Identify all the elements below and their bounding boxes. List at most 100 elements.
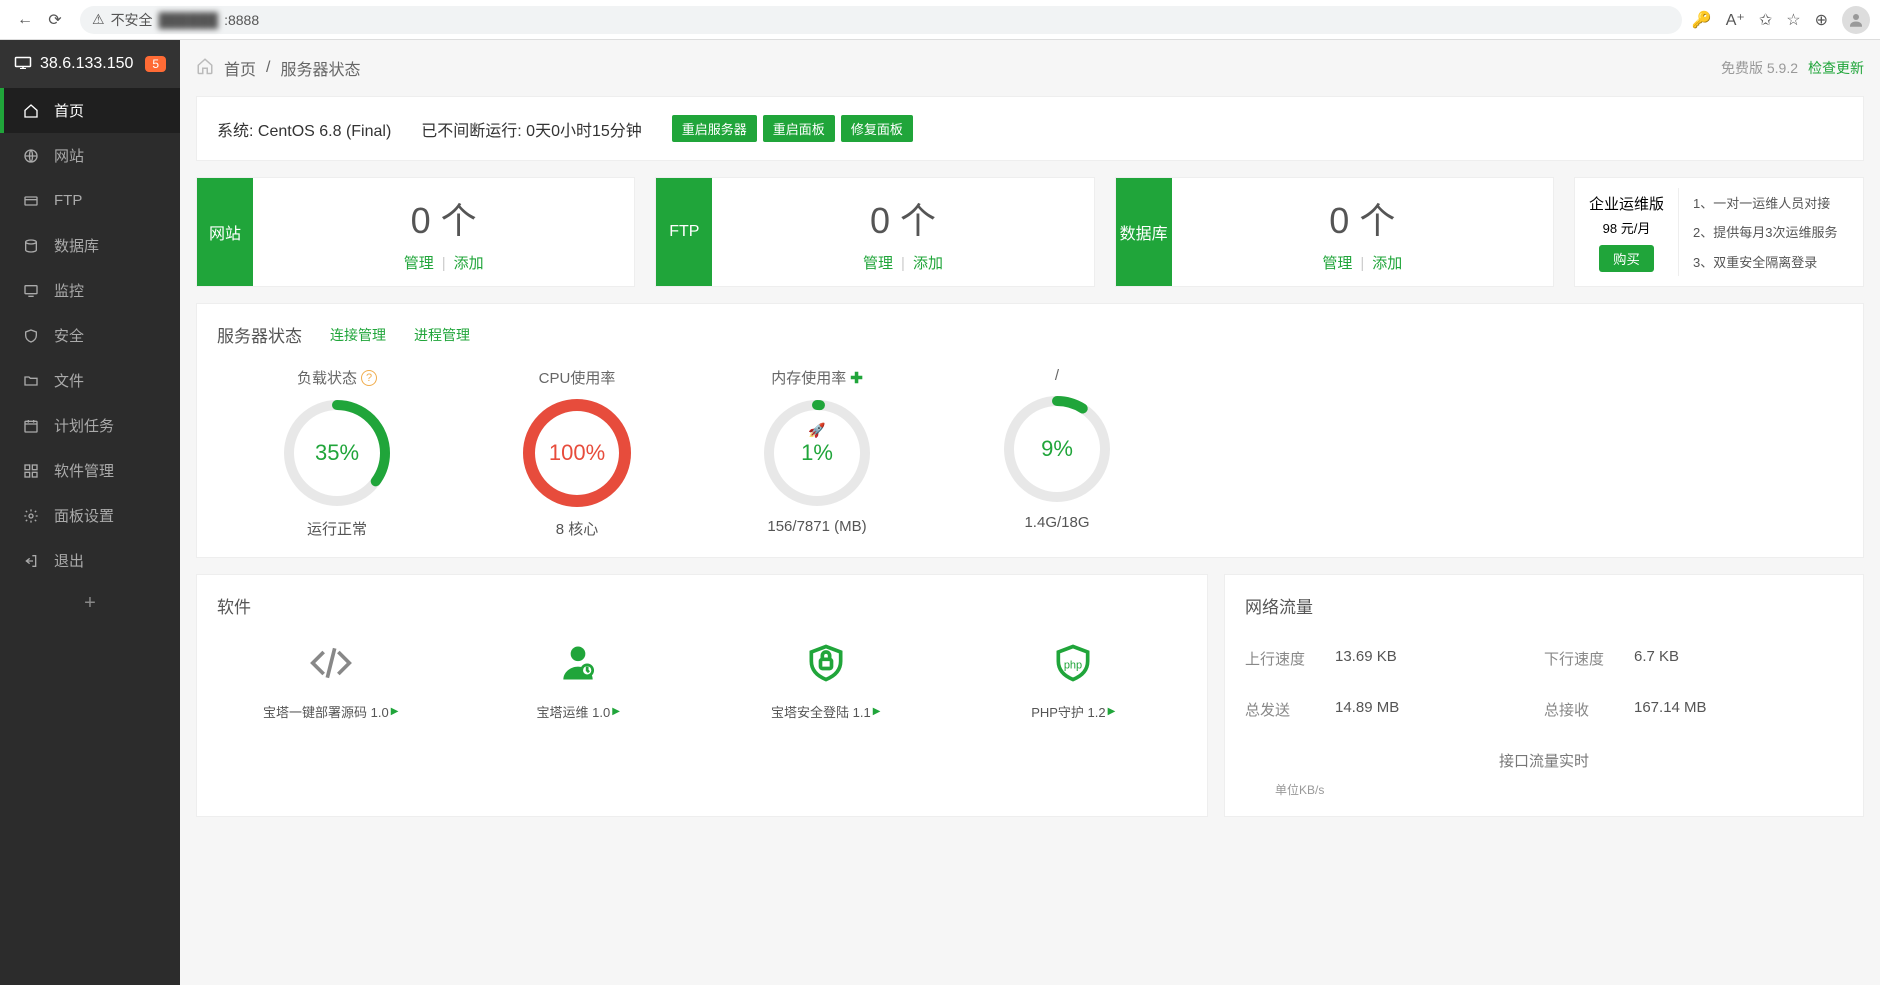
insecure-label: 不安全 (111, 10, 153, 30)
breadcrumb: 首页 / 服务器状态 (196, 56, 360, 80)
read-aloud-icon[interactable]: A⁺ (1726, 10, 1745, 30)
manage-link[interactable]: 管理 (404, 255, 434, 272)
buy-button[interactable]: 购买 (1599, 245, 1654, 272)
svg-text:php: php (1064, 660, 1082, 672)
card-tab: 数据库 (1116, 178, 1172, 286)
refresh-button[interactable]: ⟳ (40, 5, 70, 35)
software-item[interactable]: 宝塔安全登陆 1.1▶ (712, 638, 940, 721)
sidebar-item-globe[interactable]: 网站 (0, 133, 180, 178)
server-ip: 38.6.133.150 (40, 55, 133, 73)
sent-value: 14.89 MB (1335, 699, 1544, 720)
breadcrumb-home[interactable]: 首页 (224, 56, 256, 80)
exit-icon (22, 553, 40, 569)
downspeed-value: 6.7 KB (1634, 648, 1843, 669)
plus-icon[interactable]: ✚ (850, 369, 863, 387)
address-port: :8888 (224, 12, 259, 28)
sidebar-add-button[interactable]: + (0, 583, 180, 623)
manage-link[interactable]: 管理 (863, 255, 893, 272)
check-update-link[interactable]: 检查更新 (1808, 58, 1864, 78)
db-icon (22, 238, 40, 254)
address-bar[interactable]: ⚠ 不安全 ██████ :8888 (80, 6, 1682, 34)
profile-avatar[interactable] (1842, 6, 1870, 34)
gauge-title: / (1055, 367, 1059, 384)
card-tab: 网站 (197, 178, 253, 286)
summary-cards: 网站 0 个 管理|添加 FTP 0 个 管理|添加 数据库 0 个 管理|添加… (196, 177, 1864, 287)
help-icon[interactable]: ? (361, 370, 377, 386)
recv-label: 总接收 (1544, 699, 1634, 720)
sidebar-item-label: FTP (54, 192, 82, 209)
insecure-icon: ⚠ (92, 11, 105, 28)
gear-icon (22, 508, 40, 524)
calendar-icon (22, 418, 40, 434)
sidebar-item-home[interactable]: 首页 (0, 88, 180, 133)
star-add-icon[interactable]: ✩ (1759, 10, 1772, 30)
gauge: 负载状态? 35% 运行正常 (247, 367, 427, 539)
sidebar-item-label: 首页 (54, 100, 84, 121)
add-link[interactable]: 添加 (454, 255, 484, 272)
promo-line: 3、双重安全隔离登录 (1693, 252, 1849, 271)
back-button[interactable]: ← (10, 5, 40, 35)
software-label: 宝塔运维 1.0▶ (537, 702, 620, 721)
play-icon: ▶ (612, 706, 620, 717)
favorites-icon[interactable]: ☆ (1786, 10, 1800, 30)
software-item[interactable]: php PHP守护 1.2▶ (960, 638, 1188, 721)
notification-badge[interactable]: 5 (145, 56, 166, 72)
manage-link[interactable]: 管理 (1322, 255, 1352, 272)
sidebar-item-gear[interactable]: 面板设置 (0, 493, 180, 538)
sidebar-item-label: 软件管理 (54, 460, 114, 481)
sidebar-item-calendar[interactable]: 计划任务 (0, 403, 180, 448)
network-title: 网络流量 (1245, 593, 1843, 618)
system-panel: 系统: CentOS 6.8 (Final) 已不间断运行: 0天0小时15分钟… (196, 96, 1864, 161)
upspeed-label: 上行速度 (1245, 648, 1335, 669)
add-link[interactable]: 添加 (913, 255, 943, 272)
sidebar-item-db[interactable]: 数据库 (0, 223, 180, 268)
network-panel: 网络流量 上行速度 13.69 KB 下行速度 6.7 KB 总发送 14.89… (1224, 574, 1864, 817)
software-item[interactable]: 宝塔一键部署源码 1.0▶ (217, 638, 445, 721)
sidebar-item-label: 网站 (54, 145, 84, 166)
restart-panel-button[interactable]: 重启面板 (763, 115, 835, 142)
sidebar: 38.6.133.150 5 首页网站 FTP 数据库监控安全文件计划任务软件管理面… (0, 40, 180, 985)
browser-toolbar: ← ⟳ ⚠ 不安全 ██████ :8888 🔑 A⁺ ✩ ☆ ⊕ (0, 0, 1880, 40)
sidebar-item-ftp[interactable]: FTP (0, 178, 180, 223)
sidebar-item-shield[interactable]: 安全 (0, 313, 180, 358)
globe-icon (22, 148, 40, 164)
ops-icon (556, 638, 600, 688)
software-label: 宝塔一键部署源码 1.0▶ (263, 702, 398, 721)
gauge-value: 1% (762, 398, 872, 508)
sidebar-item-label: 文件 (54, 370, 84, 391)
sidebar-item-apps[interactable]: 软件管理 (0, 448, 180, 493)
add-link[interactable]: 添加 (1372, 255, 1402, 272)
gauge-title: CPU使用率 (539, 367, 616, 388)
play-icon: ▶ (873, 706, 881, 717)
play-icon: ▶ (1108, 706, 1116, 717)
net-chart-title: 接口流量实时 (1245, 750, 1843, 771)
php-icon: php (1051, 638, 1095, 688)
key-icon[interactable]: 🔑 (1692, 10, 1712, 30)
sidebar-header: 38.6.133.150 5 (0, 40, 180, 88)
server-status-panel: 服务器状态 连接管理 进程管理 负载状态? 35% 运行正常 CPU使用率 100… (196, 303, 1864, 558)
sidebar-item-label: 退出 (54, 550, 84, 571)
repair-panel-button[interactable]: 修复面板 (841, 115, 913, 142)
sidebar-item-exit[interactable]: 退出 (0, 538, 180, 583)
sidebar-item-label: 数据库 (54, 235, 99, 256)
address-host: ██████ (159, 12, 219, 28)
gauge: CPU使用率 100% 8 核心 (487, 367, 667, 539)
version-text: 免费版 5.9.2 (1721, 58, 1798, 78)
lock-icon (804, 638, 848, 688)
count-card-FTP: FTP 0 个 管理|添加 (655, 177, 1094, 287)
collections-icon[interactable]: ⊕ (1815, 10, 1828, 30)
home-icon (22, 103, 40, 119)
software-title: 软件 (217, 593, 1187, 618)
breadcrumb-current: 服务器状态 (280, 56, 360, 80)
software-panel: 软件 宝塔一键部署源码 1.0▶ 宝塔运维 1.0▶ 宝塔安全登陆 1.1▶ph… (196, 574, 1208, 817)
software-item[interactable]: 宝塔运维 1.0▶ (465, 638, 693, 721)
sidebar-item-folder[interactable]: 文件 (0, 358, 180, 403)
software-label: PHP守护 1.2▶ (1031, 702, 1115, 721)
connection-manage-link[interactable]: 连接管理 (330, 325, 386, 345)
card-count: 0 个 (1329, 192, 1395, 244)
status-title: 服务器状态 (217, 322, 302, 347)
sidebar-item-monitor[interactable]: 监控 (0, 268, 180, 313)
sidebar-item-label: 安全 (54, 325, 84, 346)
restart-server-button[interactable]: 重启服务器 (672, 115, 757, 142)
process-manage-link[interactable]: 进程管理 (414, 325, 470, 345)
